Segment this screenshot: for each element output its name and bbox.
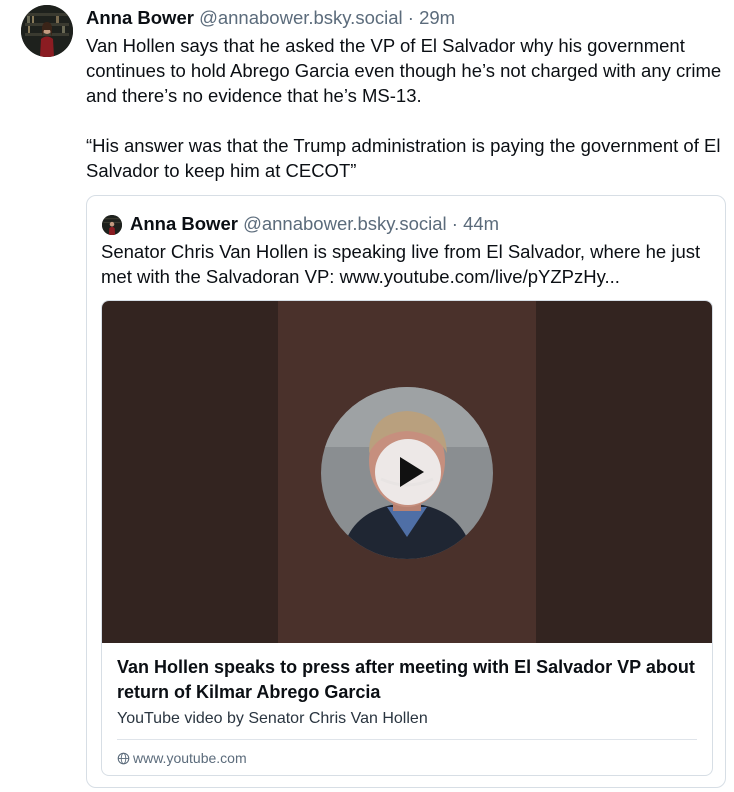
- post[interactable]: Anna Bower @annabower.bsky.social · 29m …: [0, 0, 734, 792]
- embed-domain-text: www.youtube.com: [133, 750, 247, 766]
- post-timestamp[interactable]: 29m: [419, 7, 455, 28]
- embed-title[interactable]: Van Hollen speaks to press after meeting…: [117, 655, 697, 705]
- quote-text: Senator Chris Van Hollen is speaking liv…: [101, 241, 701, 287]
- quote-timestamp[interactable]: 44m: [463, 213, 499, 234]
- embed-domain[interactable]: www.youtube.com: [117, 748, 247, 768]
- quote-header-separator: ·: [451, 213, 458, 234]
- globe-icon: [117, 752, 130, 765]
- author-avatar[interactable]: [21, 5, 73, 57]
- header-separator: ·: [407, 7, 414, 28]
- embed-divider: [117, 739, 697, 740]
- link-embed-card[interactable]: Van Hollen speaks to press after meeting…: [101, 300, 713, 776]
- author-name[interactable]: Anna Bower: [86, 7, 194, 28]
- author-handle[interactable]: @annabower.bsky.social: [199, 7, 403, 28]
- video-thumbnail[interactable]: [102, 301, 712, 643]
- post-header: Anna Bower @annabower.bsky.social · 29m: [86, 6, 726, 30]
- quoted-post[interactable]: Anna Bower @annabower.bsky.social · 44m …: [86, 195, 726, 788]
- post-text: Van Hollen says that he asked the VP of …: [86, 33, 728, 183]
- post-paragraph: Van Hollen says that he asked the VP of …: [86, 35, 722, 106]
- play-button[interactable]: [375, 439, 441, 505]
- embed-description: YouTube video by Senator Chris Van Holle…: [117, 710, 428, 727]
- quote-header: Anna Bower @annabower.bsky.social · 44m: [130, 212, 499, 236]
- play-icon: [400, 457, 424, 487]
- post-paragraph: “His answer was that the Trump administr…: [86, 135, 721, 181]
- quote-author-handle[interactable]: @annabower.bsky.social: [243, 213, 447, 234]
- quote-author-avatar[interactable]: [102, 215, 122, 235]
- quote-author-name[interactable]: Anna Bower: [130, 213, 238, 234]
